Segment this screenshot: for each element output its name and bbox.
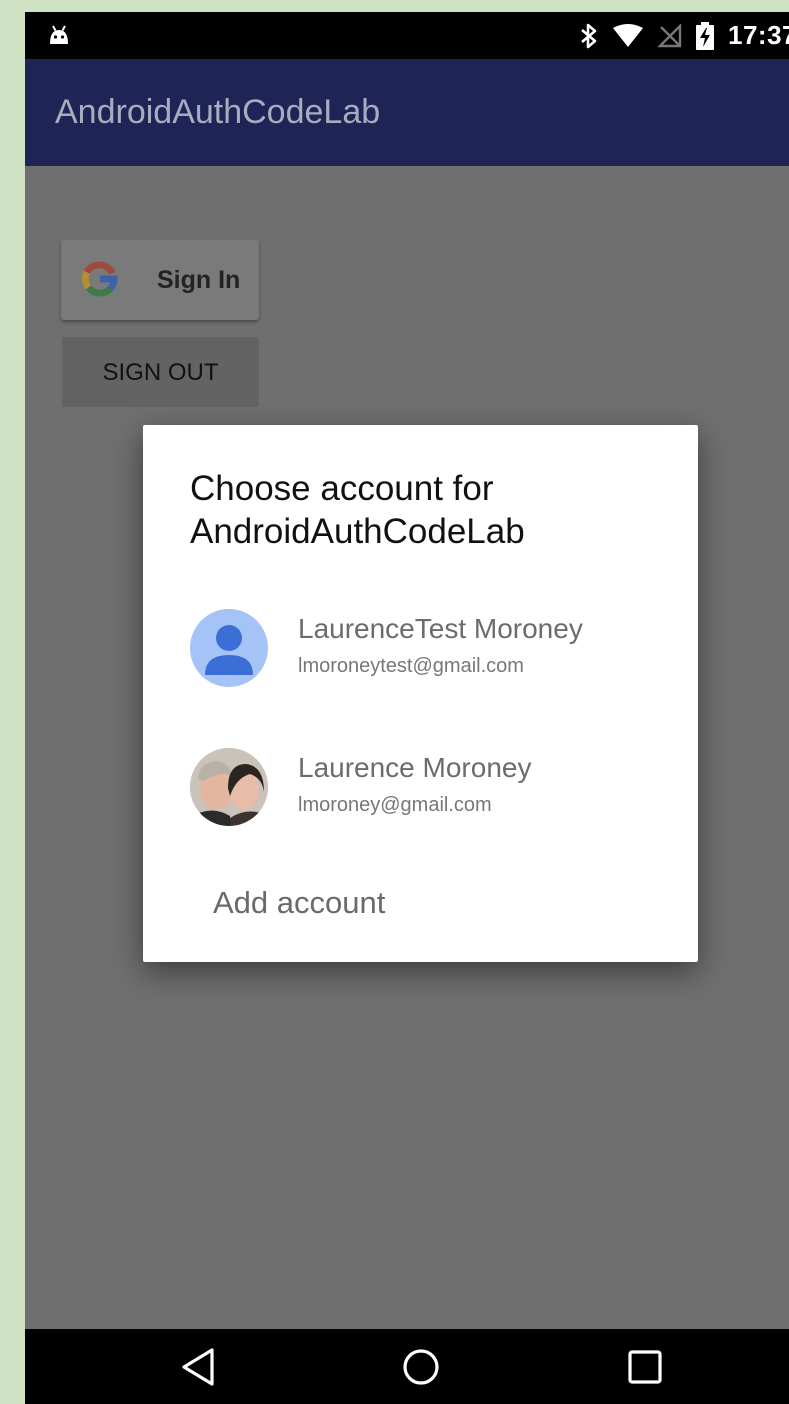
account-name: Laurence Moroney	[298, 752, 532, 783]
no-signal-icon	[658, 23, 682, 48]
account-email: lmoroney@gmail.com	[298, 794, 492, 816]
status-bar: 17:37	[25, 12, 789, 59]
account-email: lmoroneytest@gmail.com	[298, 655, 524, 677]
default-person-avatar-icon	[190, 609, 268, 687]
app-title: AndroidAuthCodeLab	[55, 93, 381, 131]
account-item[interactable]: LaurenceTest Moroney lmoroneytest@gmail.…	[190, 609, 670, 689]
sign-in-label: Sign In	[157, 266, 241, 294]
choose-account-dialog: Choose account for AndroidAuthCodeLab La…	[143, 425, 698, 962]
add-account-button[interactable]: Add account	[213, 885, 385, 921]
dialog-title: Choose account for AndroidAuthCodeLab	[190, 469, 525, 551]
sign-out-button[interactable]: SIGN OUT	[62, 337, 259, 407]
home-icon[interactable]	[401, 1347, 441, 1392]
account-name: LaurenceTest Moroney	[298, 613, 583, 644]
phone-screen: 17:37 AndroidAuthCodeLab Sign In SIGN OU…	[25, 12, 789, 1404]
android-debug-icon	[47, 24, 71, 51]
recents-icon[interactable]	[626, 1347, 664, 1392]
photo-avatar-icon	[190, 748, 268, 826]
google-sign-in-button[interactable]: Sign In	[61, 240, 259, 320]
battery-charging-icon	[696, 21, 714, 50]
sign-out-label: SIGN OUT	[102, 359, 219, 386]
app-bar: AndroidAuthCodeLab	[25, 59, 789, 166]
bluetooth-icon	[580, 22, 598, 50]
wifi-icon	[612, 23, 644, 48]
account-item[interactable]: Laurence Moroney lmoroney@gmail.com	[190, 748, 670, 828]
back-icon[interactable]	[180, 1347, 216, 1392]
navigation-bar	[25, 1329, 789, 1404]
status-time: 17:37	[728, 20, 789, 50]
google-logo-icon	[81, 260, 119, 303]
